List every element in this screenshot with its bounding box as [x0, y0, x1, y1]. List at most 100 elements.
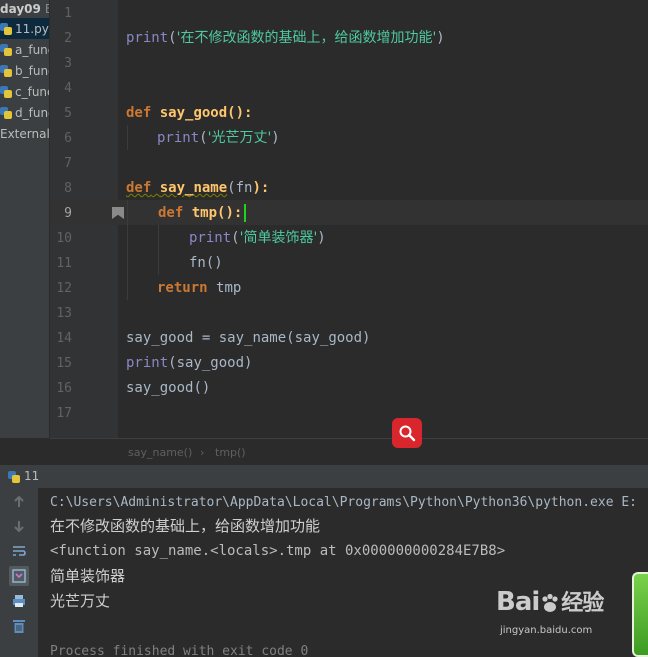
code-line-11: fn() — [189, 255, 223, 271]
token-assign: = — [193, 330, 219, 346]
token-return: return — [157, 280, 208, 296]
tree-item-c-func[interactable]: c_func — [0, 81, 50, 102]
code-line-8: def say_name(fn): — [126, 180, 270, 196]
indent-guide — [158, 225, 159, 275]
line-number: 3 — [64, 56, 72, 71]
current-line-highlight — [50, 200, 648, 225]
code-line-15: print(say_good) — [126, 355, 253, 371]
line-number: 4 — [64, 81, 72, 96]
tree-item-a-func[interactable]: a_func — [0, 39, 49, 60]
watermark-logo: Bai 经验 — [496, 585, 604, 617]
project-root-label: day09 — [0, 2, 41, 16]
token-def: def — [158, 205, 184, 221]
token-tmp: tmp — [216, 280, 242, 296]
line-number: 7 — [64, 156, 72, 171]
code-line-10: print('简单装饰器') — [189, 230, 326, 246]
run-tool-window-header: 11 — [0, 464, 648, 488]
run-toolbar — [0, 488, 38, 657]
console-line-exit-status: Process finished with exit code 0 — [50, 644, 309, 657]
console-line: 在不修改函数的基础上，给函数增加功能 — [50, 517, 321, 535]
line-number: 8 — [64, 181, 72, 196]
function-name-tmp: tmp — [191, 205, 218, 221]
token-say-good: say_good — [126, 380, 194, 396]
clear-all-icon[interactable] — [9, 616, 29, 636]
python-file-icon — [0, 64, 12, 77]
token-def: def — [126, 180, 152, 196]
token-say-good: say_good — [176, 355, 245, 371]
code-line-2: print('在不修改函数的基础上，给函数增加功能') — [126, 30, 445, 46]
watermark-logo-suffix: 经验 — [561, 591, 604, 616]
python-file-icon — [0, 43, 12, 56]
tree-item-d-func[interactable]: d_func — [0, 102, 49, 123]
token-say-good: say_good — [294, 330, 363, 346]
tree-item-label: d_func — [15, 105, 49, 120]
side-feedback-tab[interactable] — [632, 572, 648, 657]
tree-item-label: 11.py — [15, 21, 49, 36]
code-line-5: def say_good(): — [126, 105, 253, 121]
token-print: print — [126, 30, 169, 46]
string-literal: '光芒万丈' — [207, 130, 272, 146]
baidu-jingyan-watermark: Bai 经验 jingyan.baidu.com — [496, 585, 626, 640]
indent-guide — [127, 125, 128, 150]
line-number: 15 — [56, 356, 72, 371]
code-line-9: def tmp(): — [158, 205, 243, 221]
breadcrumb-separator: › — [200, 446, 205, 459]
tree-item-label: b_func — [15, 63, 49, 78]
scroll-to-end-icon[interactable] — [9, 566, 29, 586]
line-number: 12 — [56, 281, 72, 296]
token-print: print — [126, 355, 169, 371]
token-fn: fn — [189, 255, 206, 271]
token-print: print — [189, 230, 232, 246]
line-number: 17 — [56, 406, 72, 421]
function-name-say-good: say_good — [159, 105, 228, 121]
breadcrumb-item-say-name[interactable]: say_name() — [128, 446, 192, 459]
run-tab-label[interactable]: 11 — [24, 469, 39, 483]
tree-item-11py[interactable]: 11.py — [0, 18, 49, 39]
code-line-14: say_good = say_name(say_good) — [126, 330, 371, 346]
project-root[interactable]: day09E: — [0, 0, 49, 18]
python-run-icon — [8, 471, 20, 483]
python-file-icon — [0, 85, 12, 98]
text-caret — [244, 204, 246, 222]
code-line-12: return tmp — [157, 276, 241, 301]
code-line-16: say_good() — [126, 380, 211, 396]
console-line-command: C:\Users\Administrator\AppData\Local\Pro… — [50, 495, 637, 510]
line-number: 10 — [56, 231, 72, 246]
print-icon[interactable] — [9, 591, 29, 611]
string-literal: '简单装饰器' — [239, 230, 318, 246]
scroll-up-icon[interactable] — [9, 492, 29, 512]
tree-item-b-func[interactable]: b_func — [0, 60, 49, 81]
watermark-url: jingyan.baidu.com — [500, 625, 593, 636]
token-say-good: say_good — [126, 330, 194, 346]
console-line: <function say_name.<locals>.tmp at 0x000… — [50, 543, 506, 559]
breadcrumb-item-tmp[interactable]: tmp() — [215, 446, 246, 459]
token-print: print — [157, 130, 200, 146]
line-number: 13 — [56, 306, 72, 321]
line-number: 6 — [64, 131, 72, 146]
tree-item-label: External L — [0, 126, 50, 141]
search-icon[interactable] — [392, 418, 422, 448]
watermark-logo-prefix: Bai — [496, 587, 540, 617]
console-line: 光芒万丈 — [50, 592, 111, 610]
tree-item-label: c_func — [15, 84, 50, 99]
line-number: 1 — [64, 6, 72, 21]
soft-wrap-icon[interactable] — [9, 541, 29, 561]
line-number: 11 — [56, 256, 72, 271]
line-number: 2 — [64, 31, 72, 46]
tree-item-label: a_func — [15, 42, 49, 57]
scroll-down-icon[interactable] — [9, 516, 29, 536]
console-line: 简单装饰器 — [50, 567, 126, 585]
token-say-name: say_name — [218, 330, 287, 346]
token-def: def — [126, 105, 152, 121]
line-number: 14 — [56, 331, 72, 346]
project-tree-panel: day09E: 11.py a_func b_func c_func d_fun… — [0, 0, 50, 438]
function-name-say-name: say_name — [159, 180, 228, 196]
python-file-icon — [0, 106, 12, 119]
indent-guide — [127, 200, 128, 300]
string-literal: '在不修改函数的基础上，给函数增加功能' — [176, 30, 437, 46]
line-number-current: 9 — [64, 206, 72, 221]
line-number: 16 — [56, 381, 72, 396]
tree-item-external-libraries[interactable]: External L — [0, 123, 50, 144]
baidu-paw-icon — [542, 593, 558, 612]
breadcrumb: say_name() › tmp() — [50, 438, 648, 464]
